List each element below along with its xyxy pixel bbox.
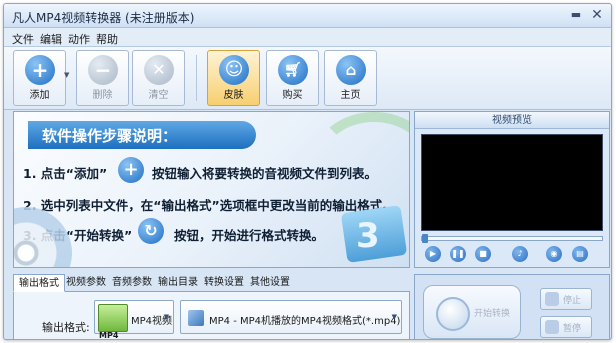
action-area: 开始转换 停止 暂停 (414, 274, 610, 339)
add-button-label: 添加 (29, 90, 50, 101)
toolbar-separator (196, 55, 197, 101)
chevron-down-icon: ▼ (163, 313, 169, 321)
preview-header: 视频预览 (415, 112, 609, 129)
step1-text-end: 按钮输入将要转换的音视频文件到列表。 (152, 166, 378, 181)
decorative-swoosh (314, 112, 409, 207)
stop-icon[interactable]: ■ (475, 246, 491, 262)
window-title: 凡人MP4视频转换器 (未注册版本) (12, 11, 195, 25)
menu-action[interactable]: 动作 (68, 31, 90, 47)
add-button[interactable]: + 添加 (13, 50, 66, 106)
tab-video-params[interactable]: 视频参数 (61, 274, 111, 292)
tutorial-banner: 软件操作步骤说明： (28, 121, 256, 149)
tutorial-title: 软件操作步骤说明： (42, 127, 178, 145)
tab-convert-settings[interactable]: 转换设置 (199, 274, 249, 292)
preview-screen (421, 134, 603, 231)
start-convert-label: 开始转换 (474, 309, 511, 319)
clear-x-icon: ✕ (144, 55, 174, 85)
clear-button-label: 清空 (148, 90, 169, 101)
minimize-button[interactable]: ▬ (567, 7, 585, 23)
step2-text: 2. 选中列表中文件，在“输出格式”选项框中更改当前的输出格式。 (23, 198, 395, 213)
skin-button-label: 皮肤 (223, 90, 244, 101)
preview-seek-slider[interactable] (421, 234, 603, 243)
format-category-select[interactable]: MP4 MP4视频 ▼ (94, 300, 174, 339)
convert-arrow-icon: ↻ (138, 218, 164, 244)
settings-tabs: 输出格式 视频参数 音频参数 输出目录 转换设置 其他设置 (13, 274, 410, 292)
menu-file[interactable]: 文件 (12, 31, 34, 47)
home-icon: ⌂ (336, 55, 366, 85)
app-window: 凡人MP4视频转换器 (未注册版本) ▬ ✕ 文件 编辑 动作 帮助 + 添加 … (3, 3, 612, 340)
start-convert-button[interactable]: 开始转换 (423, 285, 521, 339)
convert-arrow-icon (436, 297, 470, 331)
output-format-body: 输出格式: MP4 MP4视频 ▼ MP4 - MP4机播放的MP4视频格式(*… (13, 292, 410, 339)
shopping-cart-icon: 🛒︎ (278, 55, 308, 85)
tab-other-settings[interactable]: 其他设置 (245, 274, 295, 292)
format-profile-select[interactable]: MP4 - MP4机播放的MP4视频格式(*.mp4) ▼ (180, 300, 402, 334)
step-three-badge: 3 (356, 216, 380, 256)
home-button[interactable]: ⌂ 主页 (324, 50, 377, 106)
pause-button[interactable]: 暂停 (540, 316, 592, 338)
toolbar: + 添加 ▼ − 删除 ✕ 清空 ☺ 皮肤 🛒︎ 购买 ⌂ 主页 (4, 47, 611, 110)
format-profile-value: MP4 - MP4机播放的MP4视频格式(*.mp4) (209, 316, 401, 327)
menu-edit[interactable]: 编辑 (40, 31, 62, 47)
pause-icon (545, 320, 559, 334)
step1-text-start: 1. 点击“添加” (23, 166, 108, 181)
tutorial-step-2: 2. 选中列表中文件，在“输出格式”选项框中更改当前的输出格式。 (23, 195, 395, 214)
stop-icon (545, 292, 559, 306)
buy-button[interactable]: 🛒︎ 购买 (266, 50, 319, 106)
add-icon: + (25, 55, 55, 85)
buy-button-label: 购买 (282, 90, 303, 101)
video-format-thumb-icon (98, 304, 128, 332)
snapshot-icon[interactable]: ◉ (546, 246, 562, 262)
skin-button[interactable]: ☺ 皮肤 (207, 50, 260, 106)
chevron-down-icon: ▼ (391, 313, 397, 321)
tab-output-dir[interactable]: 输出目录 (153, 274, 203, 292)
tab-output-format[interactable]: 输出格式 (13, 274, 65, 292)
clear-button[interactable]: ✕ 清空 (132, 50, 185, 106)
tutorial-step-1: 1. 点击“添加” (23, 163, 107, 182)
close-button[interactable]: ✕ (588, 7, 606, 23)
format-thumb-text: MP4 (99, 331, 119, 340)
menu-help[interactable]: 帮助 (96, 31, 118, 47)
tutorial-panel: 软件操作步骤说明： 1. 点击“添加” + 按钮输入将要转换的音视频文件到列表。… (13, 111, 410, 268)
play-icon[interactable]: ▶ (425, 246, 441, 262)
home-button-label: 主页 (340, 90, 361, 101)
stop-button[interactable]: 停止 (540, 288, 592, 310)
output-format-label: 输出格式: (42, 321, 90, 334)
smiley-icon: ☺ (219, 55, 249, 85)
title-bar[interactable]: 凡人MP4视频转换器 (未注册版本) ▬ ✕ (4, 4, 611, 28)
volume-icon[interactable]: ♪ (512, 246, 528, 262)
add-dropdown-arrow-icon[interactable]: ▼ (64, 71, 69, 79)
tab-audio-params[interactable]: 音频参数 (107, 274, 157, 292)
delete-button-label: 删除 (92, 90, 113, 101)
step3-text-end: 按钮，开始进行格式转换。 (174, 228, 325, 243)
pause-icon[interactable]: ❚❚ (450, 246, 466, 262)
minus-icon: − (88, 55, 118, 85)
preview-seek-thumb[interactable] (422, 234, 428, 243)
stop-button-label: 停止 (563, 296, 582, 306)
cd-disc-icon (14, 207, 72, 267)
menu-bar: 文件 编辑 动作 帮助 (4, 28, 611, 47)
delete-button[interactable]: − 删除 (76, 50, 129, 106)
video-preview-panel: 视频预览 ▶ ❚❚ ■ ♪ ◉ ▤ (414, 111, 610, 268)
add-icon: + (118, 157, 144, 183)
mp4-format-icon (188, 310, 204, 326)
pause-button-label: 暂停 (563, 324, 582, 334)
folder-icon[interactable]: ▤ (572, 246, 588, 262)
